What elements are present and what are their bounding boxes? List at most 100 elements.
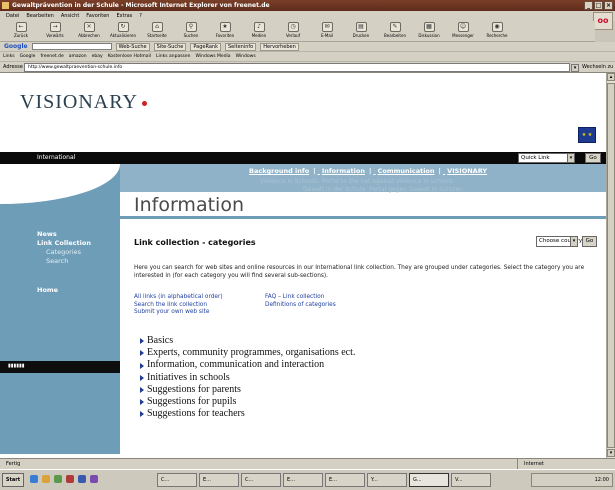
category-item[interactable]: Basics — [140, 335, 355, 347]
link-amazon[interactable]: amazon — [69, 52, 87, 61]
nav-communication[interactable]: Communication — [378, 167, 435, 175]
research-button[interactable]: ◉ Recherche — [480, 21, 514, 41]
menu-favorites[interactable]: Favoriten — [86, 11, 109, 21]
address-input[interactable]: http://www.gewaltpraevention-schule.info — [24, 63, 570, 72]
quicklaunch-media-icon[interactable] — [66, 475, 74, 483]
menu-view[interactable]: Ansicht — [61, 11, 79, 21]
media-button[interactable]: ♪ Medien — [242, 21, 276, 41]
scroll-up-icon[interactable]: ▴ — [607, 73, 615, 81]
section-title: Link collection - categories — [134, 238, 256, 247]
quicklaunch-outlook-icon[interactable] — [78, 475, 86, 483]
taskbar-task[interactable]: E... — [199, 473, 239, 487]
taskbar-task[interactable]: E... — [325, 473, 365, 487]
bullet-arrow-icon — [140, 399, 144, 406]
menu-edit[interactable]: Bearbeiten — [26, 11, 53, 21]
link-search-collection[interactable]: Search the link collection — [134, 302, 223, 310]
google-page-info-button[interactable]: Seiteninfo — [225, 42, 257, 51]
link-faq[interactable]: FAQ – Link collection — [265, 294, 336, 302]
quicklaunch-ie-icon[interactable] — [30, 475, 38, 483]
country-select[interactable]: Choose country ▾ — [536, 236, 582, 247]
visionary-logo[interactable]: VISIONARY — [20, 91, 147, 114]
address-dropdown-icon[interactable]: ▾ — [571, 64, 579, 72]
sidebar-item-home[interactable]: Home — [37, 286, 91, 295]
quicklaunch-folder-icon[interactable] — [42, 475, 50, 483]
category-item[interactable]: Suggestions for teachers — [140, 408, 355, 420]
messenger-button[interactable]: ☺ Messenger — [446, 21, 480, 41]
site-header: VISIONARY ★ ★ — [0, 73, 606, 152]
taskbar-task-active[interactable]: G... — [409, 473, 449, 487]
link-windows[interactable]: Windows — [236, 52, 256, 61]
edit-button[interactable]: ✎ Bearbeiten — [378, 21, 412, 41]
sidebar-item-categories[interactable]: Categories — [37, 248, 91, 257]
print-button[interactable]: ▤ Drucken — [344, 21, 378, 41]
quicklaunch-app-icon[interactable] — [90, 475, 98, 483]
link-definitions[interactable]: Definitions of categories — [265, 302, 336, 310]
nav-background-info[interactable]: Background info — [249, 167, 309, 175]
link-freenet[interactable]: freenet.de — [40, 52, 63, 61]
international-label: International — [37, 154, 76, 161]
faint-tagline-1: Violence in Schools: Portal to the net a… — [260, 178, 454, 185]
taskbar-task[interactable]: E... — [283, 473, 323, 487]
scroll-thumb[interactable] — [607, 83, 615, 448]
favorites-button[interactable]: ★ Favoriten — [208, 21, 242, 41]
research-icon: ◉ — [491, 22, 503, 32]
google-highlight-button[interactable]: Hervorheben — [260, 42, 299, 51]
link-google[interactable]: Google — [20, 52, 36, 61]
mail-button[interactable]: ✉ E-Mail — [310, 21, 344, 41]
category-item[interactable]: Suggestions for parents — [140, 384, 355, 396]
sidebar-item-link-collection[interactable]: Link Collection — [37, 239, 91, 248]
start-button[interactable]: Start — [2, 473, 24, 487]
google-search-input[interactable] — [31, 43, 112, 50]
link-all-links[interactable]: All links (in alphabetical order) — [134, 294, 223, 302]
stop-button[interactable]: × Abbrechen — [72, 21, 106, 41]
google-web-search-button[interactable]: Web-Suche — [115, 42, 150, 51]
link-ebay[interactable]: ebay — [92, 52, 103, 61]
category-item[interactable]: Suggestions for pupils — [140, 396, 355, 408]
sidebar-item-news[interactable]: News — [37, 230, 91, 239]
quicklaunch-desktop-icon[interactable] — [54, 475, 62, 483]
sidebar-item-search[interactable]: Search — [37, 257, 91, 266]
link-windows-media[interactable]: Windows Media — [196, 52, 231, 61]
vertical-scrollbar[interactable]: ▴ ▾ — [606, 73, 615, 458]
back-button[interactable]: ← Zurück — [4, 21, 38, 41]
maximize-button[interactable]: □ — [594, 1, 603, 10]
address-bar: Adresse http://www.gewaltpraevention-sch… — [0, 62, 615, 73]
nav-information[interactable]: Information — [322, 167, 365, 175]
nav-visionary[interactable]: VISIONARY — [447, 167, 487, 175]
media-icon: ♪ — [253, 22, 265, 32]
taskbar-task[interactable]: Y... — [367, 473, 407, 487]
refresh-icon: ↻ — [117, 22, 129, 32]
google-pagerank-indicator[interactable]: PageRank — [190, 42, 221, 51]
quicklink-select[interactable]: Quick Link ▾ — [518, 153, 575, 163]
minimize-button[interactable]: _ — [584, 1, 593, 10]
google-site-search-button[interactable]: Site-Suche — [153, 42, 187, 51]
taskbar-task[interactable]: V... — [451, 473, 491, 487]
discuss-button[interactable]: ▦ Diskussion — [412, 21, 446, 41]
taskbar-task[interactable]: C... — [241, 473, 281, 487]
close-button[interactable]: × — [604, 1, 613, 10]
scroll-down-icon[interactable]: ▾ — [607, 449, 615, 457]
forward-button[interactable]: → Vorwärts — [38, 21, 72, 41]
left-sidebar: News Link Collection Categories Search H… — [0, 164, 120, 454]
taskbar-task[interactable]: C... — [157, 473, 197, 487]
category-item[interactable]: Information, communication and interacti… — [140, 359, 355, 371]
country-go-button[interactable]: Go — [582, 236, 597, 247]
address-go-button[interactable]: Wechseln zu — [582, 64, 613, 70]
search-button[interactable]: ⚲ Suchen — [174, 21, 208, 41]
menu-tools[interactable]: Extras — [116, 11, 132, 21]
window-titlebar: Gewaltprävention in der Schule - Microso… — [0, 0, 615, 11]
category-item[interactable]: Initiatives in schools — [140, 372, 355, 384]
menu-help[interactable]: ? — [139, 11, 142, 21]
page-title: Information — [134, 194, 244, 216]
refresh-button[interactable]: ↻ Aktualisieren — [106, 21, 140, 41]
link-customize[interactable]: Links anpassen — [156, 52, 191, 61]
home-button[interactable]: ⌂ Startseite — [140, 21, 174, 41]
link-submit-site[interactable]: Submit your own web site — [134, 309, 223, 317]
category-item[interactable]: Experts, community programmes, organisat… — [140, 347, 355, 359]
menu-file[interactable]: Datei — [6, 11, 19, 21]
link-hotmail[interactable]: Kostenlose Hotmail — [108, 52, 151, 61]
links-label: Links — [3, 54, 15, 59]
history-button[interactable]: ◷ Verlauf — [276, 21, 310, 41]
history-icon: ◷ — [287, 22, 299, 32]
quicklink-go-button[interactable]: Go — [585, 153, 601, 163]
